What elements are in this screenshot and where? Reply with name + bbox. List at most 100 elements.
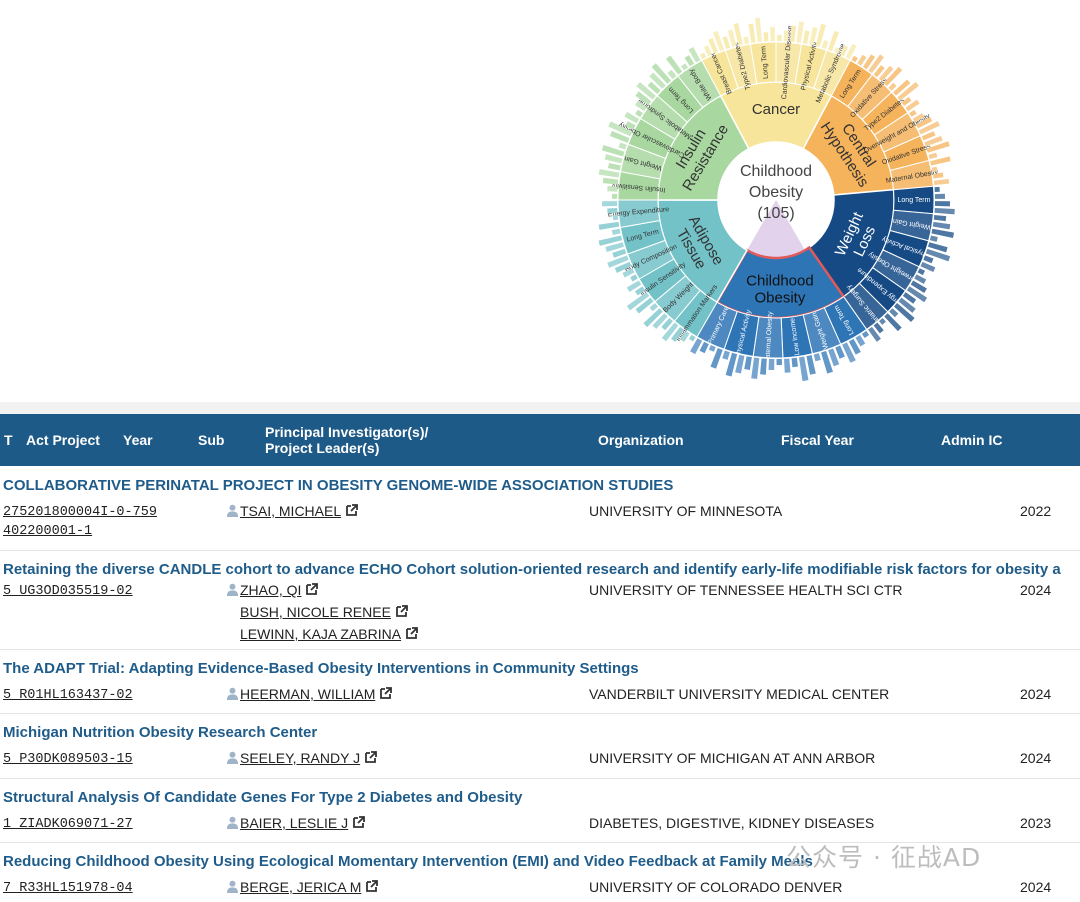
pi-entry[interactable]: BAIER, LESLIE J [226,813,366,835]
fringe-bar [791,357,798,368]
table-row: Structural Analysis Of Candidate Genes F… [0,778,1080,843]
fiscal-year: 2022 [1020,503,1052,519]
fringe-bar [598,169,620,178]
fringe-bar [612,193,618,199]
organization: UNIVERSITY OF MINNESOTA [589,503,783,519]
external-link-icon[interactable] [395,604,409,618]
fringe-bar [796,21,804,43]
external-link-icon[interactable] [364,750,378,764]
table-row: Retaining the diverse CANDLE cohort to a… [0,550,1080,650]
watermark: 公众号 · 征战AD [786,843,982,872]
sunburst-chart[interactable]: Breast Cancer Type2 Diabetes Long Term Card… [0,0,1080,402]
person-icon [226,504,239,517]
fringe-bar [806,354,816,375]
center-label: Obesity [749,184,803,201]
project-number-link[interactable]: 5 P30DK089503-15 [3,750,133,769]
pi-name[interactable]: ZHAO, QI [240,582,301,598]
table-row: Michigan Nutrition Obesity Research Cent… [0,713,1080,779]
pi-entry[interactable]: ZHAO, QI [226,580,419,602]
segment-label: Childhood [746,272,814,289]
fringe-bar [928,152,938,160]
project-title-link[interactable]: Retaining the diverse CANDLE cohort to a… [3,561,1061,578]
fiscal-year: 2024 [1020,582,1052,598]
header-sub[interactable]: Sub [198,414,224,466]
fringe-bar [748,23,756,43]
fringe-bar [604,154,623,164]
fringe-bar [665,55,683,75]
fringe-bar [722,36,731,50]
results-table-header: T Act Project Year Sub Principal Investi… [0,414,1080,466]
center-count: (105) [757,205,794,222]
fringe-bar [618,142,627,150]
fringe-bar [763,32,769,42]
header-fiscal-year[interactable]: Fiscal Year [781,414,854,466]
pi-entry[interactable]: LEWINN, KAJA ZABRINA [226,624,419,646]
project-title-link[interactable]: COLLABORATIVE PERINATAL PROJECT IN OBESI… [3,477,673,494]
project-title-link[interactable]: Structural Analysis Of Candidate Genes F… [3,789,522,806]
fringe-bar [821,40,829,50]
sunburst-chart-panel: Breast Cancer Type2 Diabetes Long Term Card… [0,0,1080,402]
fringe-bar [744,356,752,371]
pi-entry[interactable]: BERGE, JERICA M [226,877,379,899]
fringe-bar [703,45,713,57]
pi-name[interactable]: HEERMAN, WILLIAM [240,686,375,702]
project-number-link[interactable]: 275201800004I-0-759 402200001-1 [3,503,203,541]
pi-list: HEERMAN, WILLIAM [226,684,393,706]
fringe-bar [884,313,902,332]
external-link-icon[interactable] [379,686,393,700]
header-year[interactable]: Year [123,414,153,466]
project-number-link[interactable]: 5 R01HL163437-02 [3,686,133,705]
person-icon [226,751,239,764]
fringe-bar [784,358,791,373]
pi-name[interactable]: BUSH, NICOLE RENEE [240,604,391,620]
external-link-icon[interactable] [345,503,359,517]
project-title-link[interactable]: Reducing Childhood Obesity Using Ecologi… [3,853,813,870]
pi-entry[interactable]: TSAI, MICHAEL [226,501,359,523]
table-row: COLLABORATIVE PERINATAL PROJECT IN OBESI… [0,466,1080,551]
fringe-bar [768,358,775,370]
pi-entry[interactable]: SEELEY, RANDY J [226,748,378,770]
external-link-icon[interactable] [305,582,319,596]
fringe-bar [777,35,782,42]
project-number-link[interactable]: 1 ZIADK069071-27 [3,815,133,834]
pi-name[interactable]: TSAI, MICHAEL [240,503,341,519]
header-admin-ic[interactable]: Admin IC [941,414,1002,466]
pi-name[interactable]: SEELEY, RANDY J [240,750,360,766]
header-principal-investigator[interactable]: Principal Investigator(s)/ Project Leade… [265,414,465,466]
pi-name[interactable]: LEWINN, KAJA ZABRINA [240,626,401,642]
pi-name[interactable]: BERGE, JERICA M [240,879,361,895]
fringe-bar [611,228,621,236]
person-icon [226,880,239,893]
person-icon [226,583,239,596]
organization: UNIVERSITY OF MICHIGAN AT ANN ARBOR [589,750,876,766]
pi-list: BERGE, JERICA M [226,877,379,899]
header-type[interactable]: T [4,414,13,466]
fringe-bar [917,268,926,276]
pi-list: ZHAO, QI BUSH, NICOLE RENEE LEWINN, KAJA… [226,580,419,646]
fringe-bar [933,178,950,186]
pi-name[interactable]: BAIER, LESLIE J [240,815,348,831]
external-link-icon[interactable] [352,815,366,829]
fringe-bar [602,201,618,207]
fringe-bar [630,274,638,282]
header-organization[interactable]: Organization [598,414,684,466]
external-link-icon[interactable] [405,626,419,640]
fringe-bar [700,52,707,60]
project-title-link[interactable]: The ADAPT Trial: Adapting Evidence-Based… [3,660,639,677]
project-number-link[interactable]: 5 UG3OD035519-02 [3,582,133,601]
pi-entry[interactable]: HEERMAN, WILLIAM [226,684,393,706]
fringe-bar [607,162,621,171]
pi-list: BAIER, LESLIE J [226,813,366,835]
fiscal-year: 2024 [1020,879,1052,895]
fringe-bar [607,185,618,192]
header-act-project[interactable]: Act Project [26,414,100,466]
fringe-bar [933,214,947,222]
fringe-bar [889,308,899,318]
external-link-icon[interactable] [365,879,379,893]
fringe-bar [607,208,618,214]
pi-entry[interactable]: BUSH, NICOLE RENEE [226,602,419,624]
fringe-bar [813,353,821,362]
project-title-link[interactable]: Michigan Nutrition Obesity Research Cent… [3,724,317,741]
project-number-link[interactable]: 7 R33HL151978-04 [3,879,133,898]
segment-label: Obesity [754,289,805,306]
